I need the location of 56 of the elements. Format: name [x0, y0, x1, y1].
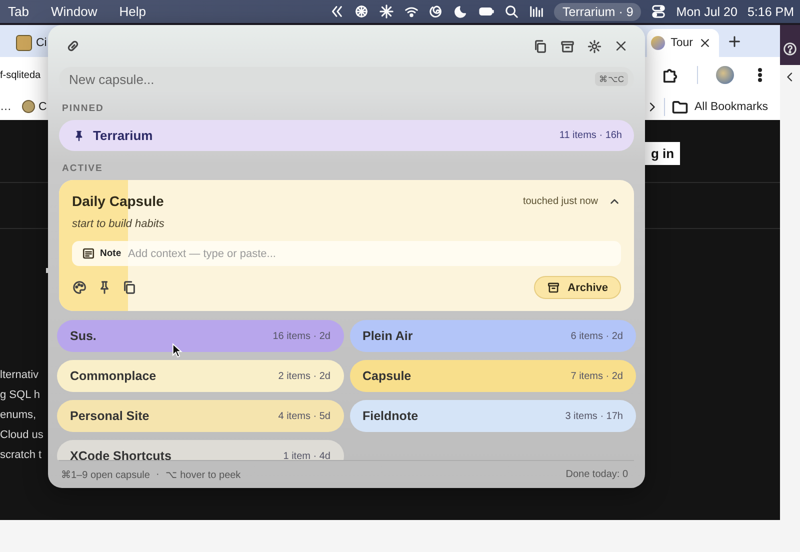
capsule-name: Plein Air: [362, 329, 413, 343]
capsule-meta: 7 items · 2d: [570, 370, 623, 382]
page-text: lternativ: [0, 368, 40, 383]
capsule-row[interactable]: XCode Shortcuts 1 item · 4d: [57, 440, 344, 460]
menu-date: Mon Jul 20: [676, 4, 738, 18]
menu-item[interactable]: Window: [50, 4, 98, 19]
page-text: g SQL h: [0, 388, 41, 403]
pinned-capsule[interactable]: Terrarium 11 items · 16h: [59, 120, 634, 151]
capsule-row[interactable]: Sus. 16 items · 2d: [57, 320, 344, 352]
done-count: Done today: 0: [566, 469, 628, 480]
capsule-name: Fieldnote: [362, 409, 418, 423]
menu-time: 5:16 PM: [747, 4, 794, 18]
capsule-row[interactable]: Plein Air 6 items · 2d: [350, 320, 636, 352]
menu-item[interactable]: Help: [119, 4, 146, 19]
note-label: Note: [100, 248, 122, 259]
capsule-meta: 2 items · 2d: [278, 370, 330, 382]
capsule-row[interactable]: Personal Site 4 items · 5d: [57, 400, 344, 432]
sign-in-button[interactable]: g in: [645, 142, 680, 165]
capsule-meta: 3 items · 17h: [565, 410, 623, 422]
page-text: scratch t: [0, 448, 43, 463]
browser-tab[interactable]: Tour: [646, 29, 719, 57]
bookmark-item[interactable]: …: [0, 100, 12, 112]
capsule-meta: 16 items · 2d: [272, 330, 330, 342]
shortcut-hint: ⌘1–9 open capsule: [61, 468, 150, 480]
capsule-meta: 4 items · 5d: [278, 410, 330, 422]
capsule-name: Personal Site: [70, 409, 150, 423]
capsule-row[interactable]: Capsule 7 items · 2d: [350, 360, 636, 392]
capsule-name: Terrarium: [93, 128, 153, 143]
shortcut-hint: ⌥ hover to peek: [165, 468, 241, 480]
page-text: enums,: [0, 408, 38, 423]
capsule-name: Capsule: [362, 369, 412, 383]
address-text[interactable]: f-sqliteda: [0, 70, 41, 80]
capsule-meta: 1 item · 4d: [283, 450, 330, 460]
section-label: PINNED: [62, 103, 105, 114]
separator-dot: ·: [156, 468, 160, 480]
capsule-name: Sus.: [70, 329, 96, 343]
capsule-subtitle: start to build habits: [72, 218, 166, 230]
all-bookmarks-button[interactable]: All Bookmarks: [670, 98, 768, 116]
tab-title: Tour: [670, 37, 693, 49]
bookmark-item[interactable]: C: [38, 100, 47, 112]
status-pill[interactable]: Terrarium · 9: [554, 2, 642, 20]
menu-item[interactable]: Tab: [8, 4, 29, 19]
archive-button[interactable]: Archive: [534, 276, 621, 299]
capsule-row[interactable]: Fieldnote 3 items · 17h: [350, 400, 636, 432]
touched-time: touched just now: [522, 196, 598, 206]
capsule-row[interactable]: Commonplace 2 items · 2d: [57, 360, 344, 392]
page-text: Cloud us: [0, 428, 44, 443]
capsule-meta: 11 items · 16h: [559, 130, 622, 141]
browser-tab[interactable]: Ci: [12, 29, 44, 57]
capsule-name: XCode Shortcuts: [70, 449, 172, 460]
capsule-name: Commonplace: [70, 369, 156, 383]
capsule-title: Daily Capsule: [72, 193, 164, 209]
section-label: ACTIVE: [62, 163, 104, 174]
tab-title: Ci: [36, 37, 47, 49]
shortcut-badge: ⌘⌥C: [594, 72, 628, 86]
capsule-meta: 6 items · 2d: [570, 330, 623, 342]
